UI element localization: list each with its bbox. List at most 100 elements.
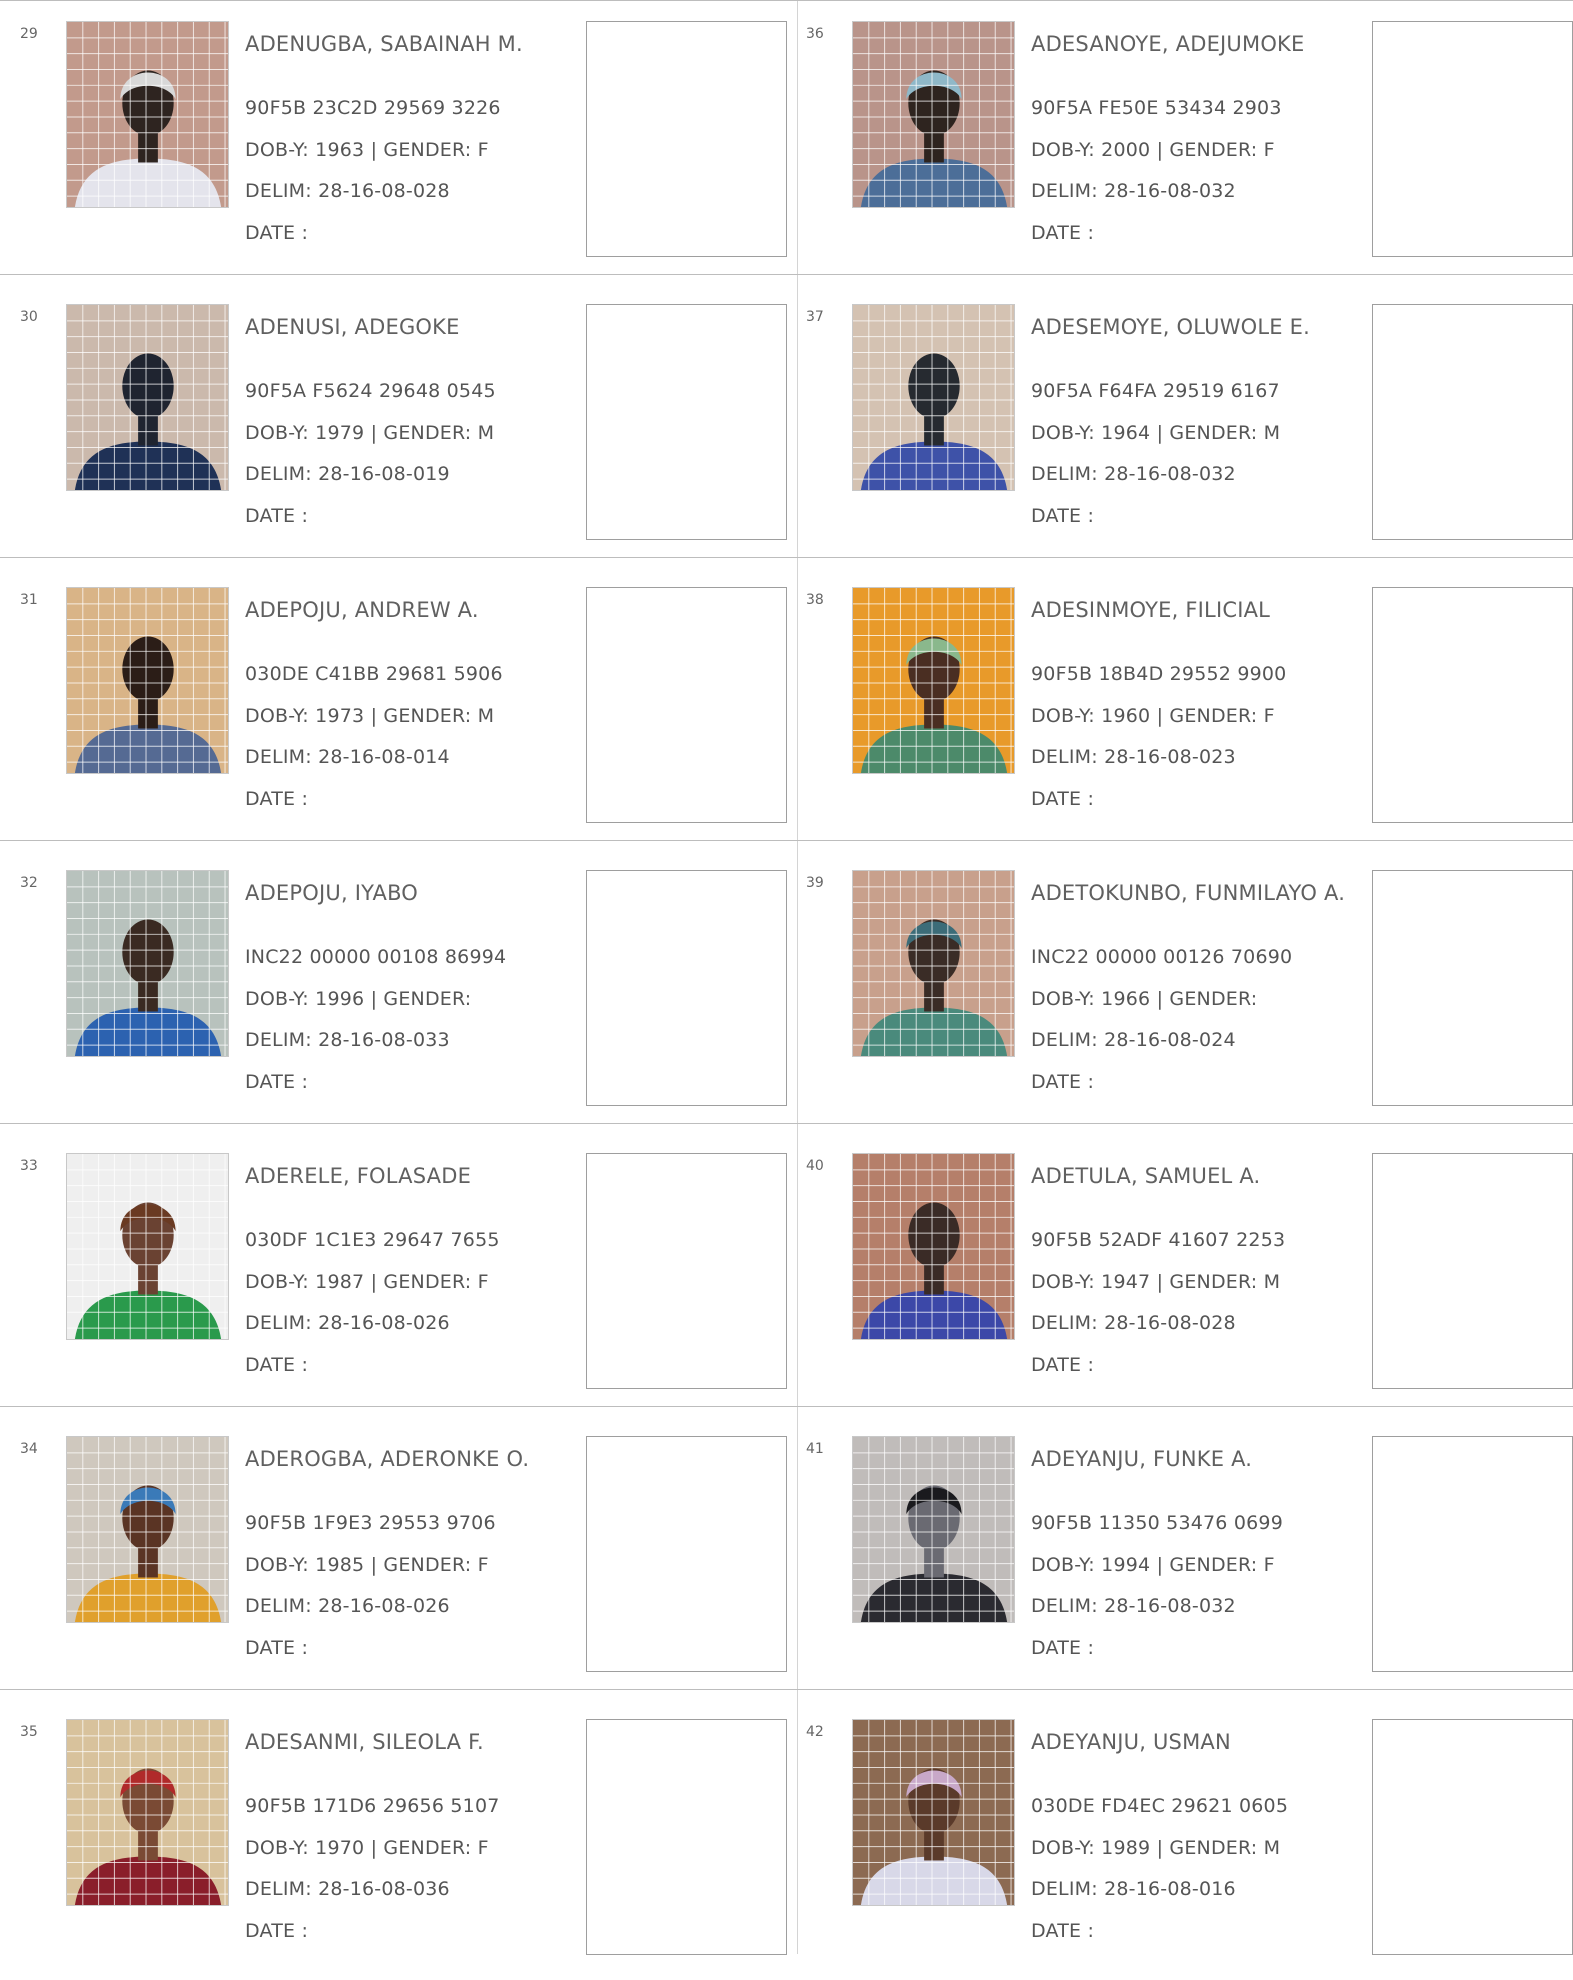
date-label: DATE : xyxy=(1031,1354,1095,1376)
voter-delim: DELIM: 28-16-08-032 xyxy=(1031,463,1236,485)
voter-photo xyxy=(66,1719,229,1906)
voter-date: DATE : xyxy=(245,788,308,810)
voter-dob-gender: DOB-Y: 1966 | GENDER: xyxy=(1031,988,1257,1010)
delim-label: DELIM: xyxy=(245,1595,312,1617)
thumbprint-box xyxy=(1372,587,1573,823)
voter-delim: DELIM: 28-16-08-026 xyxy=(245,1595,450,1617)
portrait-image xyxy=(853,1154,1014,1339)
voter-delim: DELIM: 28-16-08-016 xyxy=(1031,1878,1236,1900)
dob-value: 1987 xyxy=(315,1271,365,1293)
gender-label: | GENDER: xyxy=(370,1837,472,1859)
dob-label: DOB-Y: xyxy=(1031,988,1095,1010)
dob-label: DOB-Y: xyxy=(1031,422,1095,444)
dob-value: 1973 xyxy=(315,705,365,727)
voter-name: ADESANOYE, ADEJUMOKE xyxy=(1031,32,1305,56)
portrait-image xyxy=(67,1720,228,1905)
delim-label: DELIM: xyxy=(1031,1312,1098,1334)
dob-label: DOB-Y: xyxy=(245,139,309,161)
record-number: 35 xyxy=(20,1724,38,1740)
voter-name: ADEYANJU, USMAN xyxy=(1031,1730,1231,1754)
delim-value: 28-16-08-028 xyxy=(1104,1312,1236,1334)
voter-vin: 90F5B 1F9E3 29553 9706 xyxy=(245,1512,496,1534)
gender-value: F xyxy=(1263,139,1275,161)
gender-value: M xyxy=(477,422,495,444)
voter-photo xyxy=(852,870,1015,1057)
dob-label: DOB-Y: xyxy=(245,988,309,1010)
thumbprint-box xyxy=(586,870,787,1106)
voter-name: ADESINMOYE, FILICIAL xyxy=(1031,598,1271,622)
voter-dob-gender: DOB-Y: 1987 | GENDER: F xyxy=(245,1271,489,1293)
portrait-image xyxy=(67,871,228,1056)
gender-label: | GENDER: xyxy=(370,1271,472,1293)
portrait-image xyxy=(67,22,228,207)
gender-value: F xyxy=(477,1837,489,1859)
voter-date: DATE : xyxy=(1031,788,1094,810)
dob-value: 2000 xyxy=(1101,139,1151,161)
voter-dob-gender: DOB-Y: 2000 | GENDER: F xyxy=(1031,139,1275,161)
voter-photo xyxy=(66,1153,229,1340)
delim-value: 28-16-08-032 xyxy=(1104,463,1236,485)
dob-value: 1989 xyxy=(1101,1837,1151,1859)
dob-value: 1966 xyxy=(1101,988,1151,1010)
delim-label: DELIM: xyxy=(1031,1878,1098,1900)
voter-record-card: 30 ADENUSI, ADEGOKE 90F5A F5624 29648 05… xyxy=(0,283,787,565)
record-number: 42 xyxy=(806,1724,824,1740)
voter-register-sheet: 29 ADENUGBA, SABAINAH M. 90F5B 23C2D 295… xyxy=(0,0,1573,1955)
date-label: DATE : xyxy=(1031,1071,1095,1093)
thumbprint-box xyxy=(1372,304,1573,540)
delim-value: 28-16-08-032 xyxy=(1104,180,1236,202)
delim-value: 28-16-08-032 xyxy=(1104,1595,1236,1617)
dob-label: DOB-Y: xyxy=(245,1837,309,1859)
dob-value: 1996 xyxy=(315,988,365,1010)
portrait-image xyxy=(67,305,228,490)
voter-photo xyxy=(852,1153,1015,1340)
gender-value: M xyxy=(1263,1271,1281,1293)
gender-label: | GENDER: xyxy=(370,705,472,727)
voter-record-card: 39 ADETOKUNBO, FUNMILAYO A. INC22 00000 … xyxy=(786,849,1573,1131)
voter-name: ADENUSI, ADEGOKE xyxy=(245,315,460,339)
voter-photo xyxy=(852,587,1015,774)
dob-value: 1947 xyxy=(1101,1271,1151,1293)
dob-value: 1970 xyxy=(315,1837,365,1859)
thumbprint-box xyxy=(1372,21,1573,257)
dob-label: DOB-Y: xyxy=(245,1554,309,1576)
dob-value: 1979 xyxy=(315,422,365,444)
thumbprint-box xyxy=(1372,1153,1573,1389)
voter-name: ADETOKUNBO, FUNMILAYO A. xyxy=(1031,881,1346,905)
gender-label: | GENDER: xyxy=(1156,422,1258,444)
delim-value: 28-16-08-019 xyxy=(318,463,450,485)
delim-value: 28-16-08-028 xyxy=(318,180,450,202)
dob-label: DOB-Y: xyxy=(245,705,309,727)
date-label: DATE : xyxy=(1031,1920,1095,1942)
voter-dob-gender: DOB-Y: 1973 | GENDER: M xyxy=(245,705,494,727)
delim-label: DELIM: xyxy=(1031,746,1098,768)
portrait-image xyxy=(67,588,228,773)
voter-name: ADESANMI, SILEOLA F. xyxy=(245,1730,484,1754)
delim-value: 28-16-08-014 xyxy=(318,746,450,768)
record-number: 39 xyxy=(806,875,824,891)
voter-vin: 030DF 1C1E3 29647 7655 xyxy=(245,1229,500,1251)
gender-value: F xyxy=(1263,1554,1275,1576)
portrait-image xyxy=(853,1437,1014,1622)
voter-vin: 90F5B 11350 53476 0699 xyxy=(1031,1512,1283,1534)
voter-dob-gender: DOB-Y: 1996 | GENDER: xyxy=(245,988,471,1010)
date-label: DATE : xyxy=(1031,1637,1095,1659)
portrait-image xyxy=(853,1720,1014,1905)
thumbprint-box xyxy=(586,1153,787,1389)
voter-record-card: 33 ADERELE, FOLASADE 030DF 1C1E3 29647 7… xyxy=(0,1132,787,1414)
voter-dob-gender: DOB-Y: 1989 | GENDER: M xyxy=(1031,1837,1280,1859)
thumbprint-box xyxy=(586,1719,787,1955)
voter-vin: 90F5A F64FA 29519 6167 xyxy=(1031,380,1280,402)
voter-delim: DELIM: 28-16-08-014 xyxy=(245,746,450,768)
voter-dob-gender: DOB-Y: 1947 | GENDER: M xyxy=(1031,1271,1280,1293)
voter-vin: 030DE C41BB 29681 5906 xyxy=(245,663,503,685)
record-number: 38 xyxy=(806,592,824,608)
voter-dob-gender: DOB-Y: 1979 | GENDER: M xyxy=(245,422,494,444)
voter-delim: DELIM: 28-16-08-024 xyxy=(1031,1029,1236,1051)
delim-label: DELIM: xyxy=(1031,463,1098,485)
thumbprint-box xyxy=(586,21,787,257)
thumbprint-box xyxy=(586,304,787,540)
gender-value: M xyxy=(477,705,495,727)
thumbprint-box xyxy=(586,587,787,823)
gender-value: F xyxy=(477,139,489,161)
